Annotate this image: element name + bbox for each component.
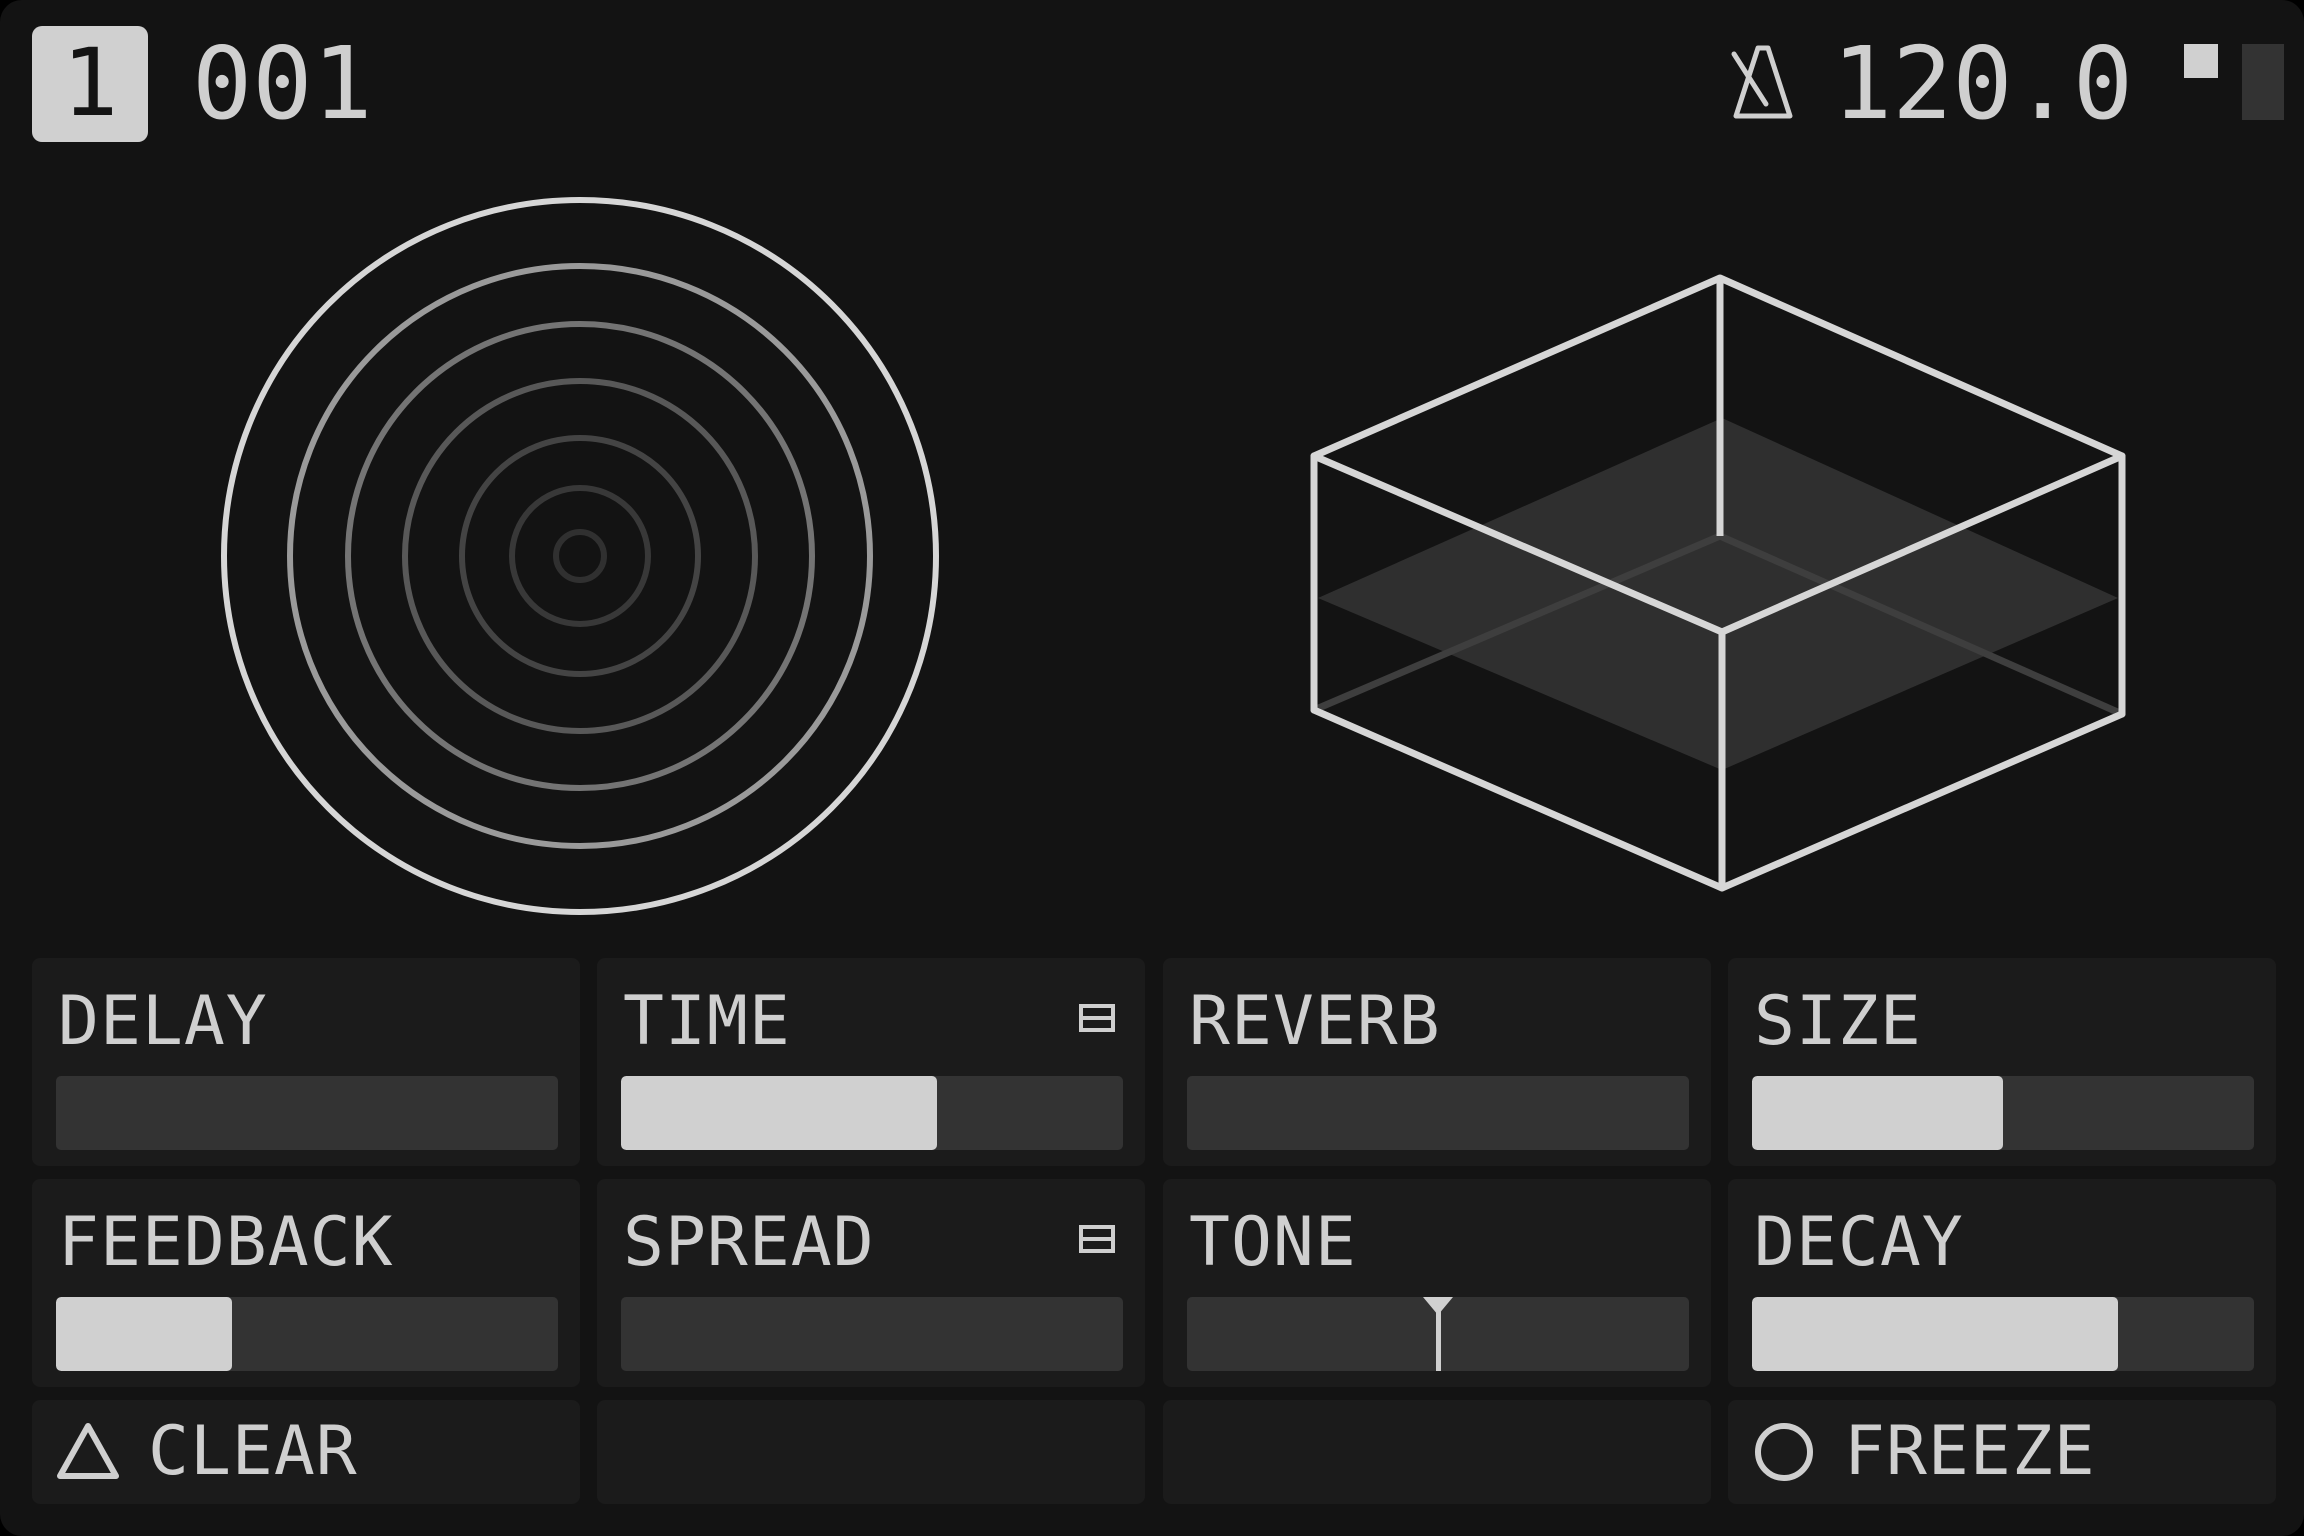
param-time[interactable]: TIME — [597, 958, 1145, 1166]
menu-icon[interactable] — [1079, 1225, 1115, 1253]
clear-button[interactable]: CLEAR — [32, 1400, 580, 1504]
preset-number: 1 — [61, 29, 119, 138]
param-fill — [56, 1297, 232, 1371]
reverb-room-visual — [1310, 274, 2126, 892]
preset-index: 001 — [192, 25, 373, 142]
param-decay[interactable]: DECAY — [1728, 1179, 2276, 1387]
circle-icon — [1755, 1423, 1813, 1481]
clear-label: CLEAR — [148, 1412, 358, 1491]
param-delay[interactable]: DELAY — [32, 958, 580, 1166]
param-track[interactable] — [1187, 1076, 1689, 1150]
ring — [221, 197, 939, 915]
level-indicator-small — [2184, 44, 2218, 78]
param-fill — [621, 1076, 938, 1150]
param-track[interactable] — [56, 1076, 558, 1150]
param-tone[interactable]: TONE — [1163, 1179, 1711, 1387]
delay-rings-visual — [221, 197, 939, 915]
param-track[interactable] — [1187, 1297, 1689, 1371]
param-label: TIME — [623, 982, 791, 1061]
param-fill — [1752, 1076, 2003, 1150]
ring — [345, 321, 815, 791]
empty-slot — [597, 1400, 1145, 1504]
param-track[interactable] — [1752, 1297, 2254, 1371]
param-label: TONE — [1189, 1203, 1357, 1282]
device-screen: 1 001 120.0 DELAY TIME REVERB SIZE FEEDB… — [0, 0, 2304, 1536]
level-indicator-tall — [2242, 44, 2284, 120]
freeze-button[interactable]: FREEZE — [1728, 1400, 2276, 1504]
ring — [459, 435, 701, 677]
metronome-icon[interactable] — [1730, 44, 1796, 120]
preset-number-badge[interactable]: 1 — [32, 26, 148, 142]
param-spread[interactable]: SPREAD — [597, 1179, 1145, 1387]
param-label: FEEDBACK — [58, 1203, 394, 1282]
param-label: DECAY — [1754, 1203, 1964, 1282]
param-label: SPREAD — [623, 1203, 875, 1282]
param-label: SIZE — [1754, 982, 1922, 1061]
param-track[interactable] — [621, 1076, 1123, 1150]
ring — [287, 263, 873, 849]
param-track[interactable] — [56, 1297, 558, 1371]
param-reverb[interactable]: REVERB — [1163, 958, 1711, 1166]
bpm-readout[interactable]: 120.0 — [1832, 34, 2133, 134]
param-track[interactable] — [621, 1297, 1123, 1371]
param-feedback[interactable]: FEEDBACK — [32, 1179, 580, 1387]
tone-marker-head — [1423, 1297, 1453, 1315]
param-label: DELAY — [58, 982, 268, 1061]
param-size[interactable]: SIZE — [1728, 958, 2276, 1166]
empty-slot — [1163, 1400, 1711, 1504]
triangle-icon — [57, 1423, 119, 1479]
ring — [553, 529, 607, 583]
ring — [509, 485, 651, 627]
ring — [402, 378, 758, 734]
param-fill — [1752, 1297, 2119, 1371]
menu-icon[interactable] — [1079, 1004, 1115, 1032]
param-label: REVERB — [1189, 982, 1441, 1061]
freeze-label: FREEZE — [1844, 1412, 2096, 1491]
param-track[interactable] — [1752, 1076, 2254, 1150]
